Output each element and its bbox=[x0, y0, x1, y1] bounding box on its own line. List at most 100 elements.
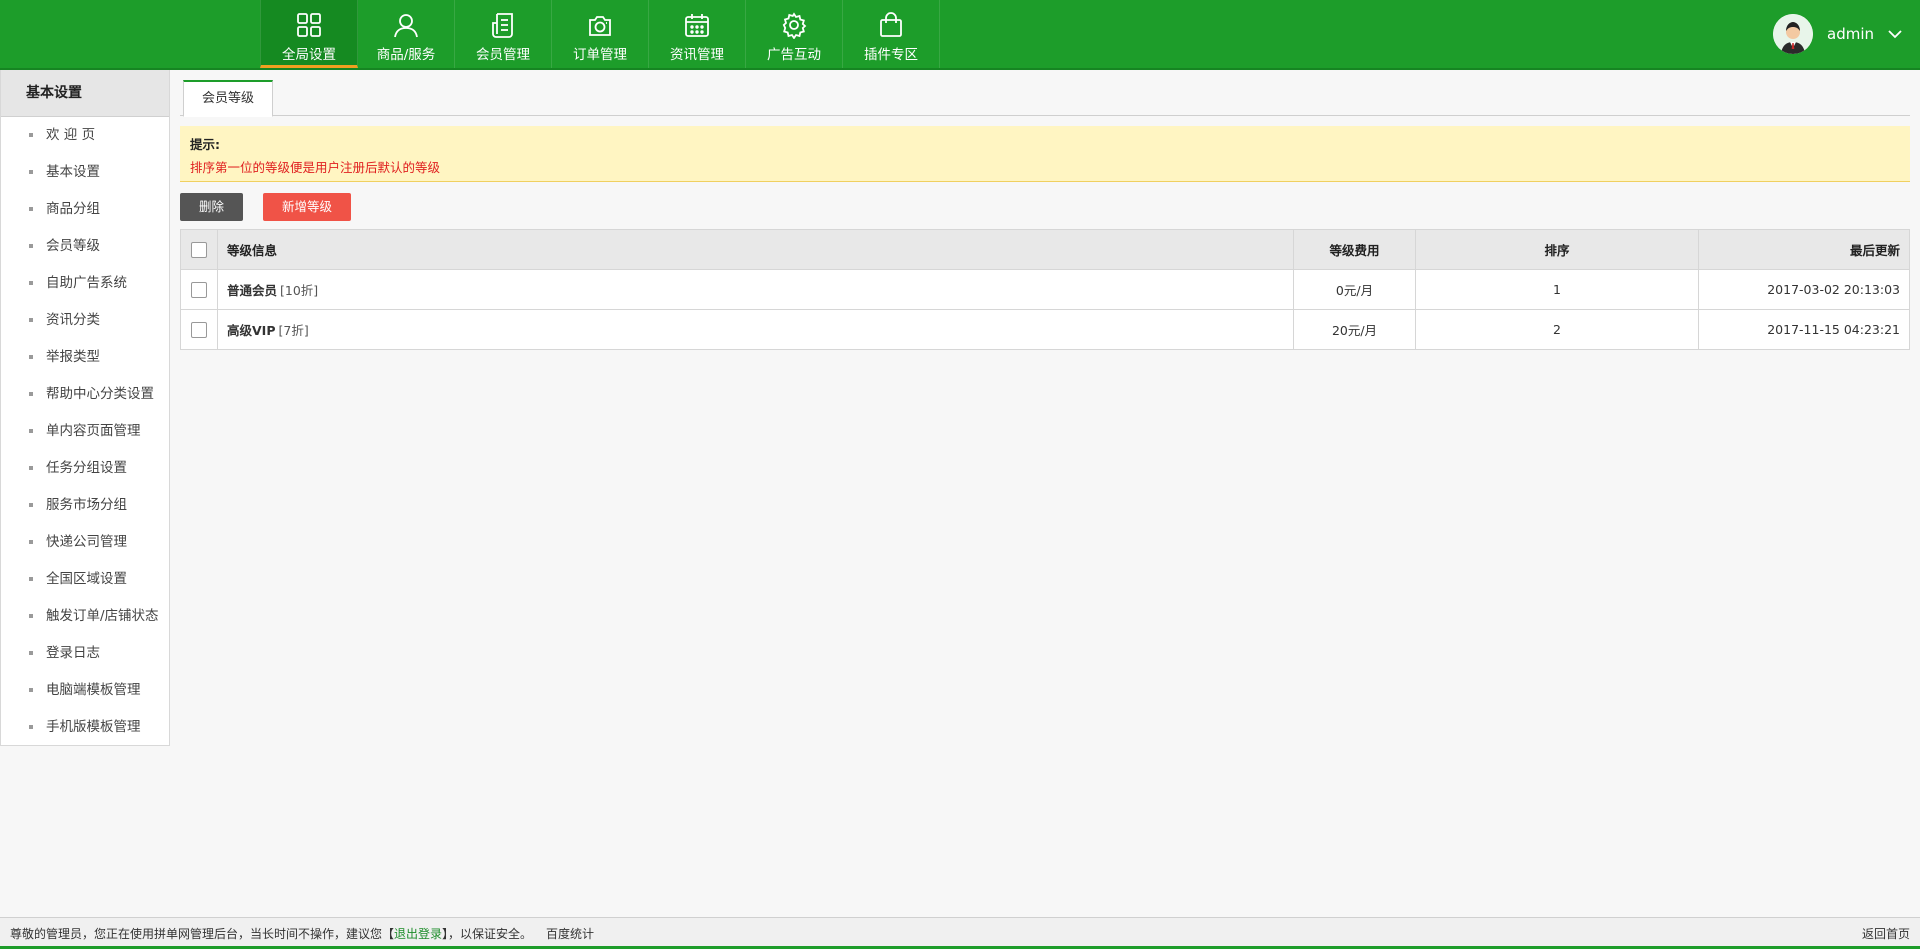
row-select-cell bbox=[180, 309, 218, 350]
table-header-row: 等级信息 等级费用 排序 最后更新 bbox=[180, 229, 1910, 270]
sidebar-item-label: 单内容页面管理 bbox=[46, 423, 141, 439]
sidebar-item-label: 手机版模板管理 bbox=[46, 719, 141, 735]
sidebar-item-label: 快递公司管理 bbox=[46, 534, 127, 550]
sidebar-item-label: 会员等级 bbox=[46, 238, 100, 254]
nav-item-global-settings[interactable]: 全局设置 bbox=[260, 0, 358, 68]
delete-button[interactable]: 删除 bbox=[180, 193, 244, 221]
sidebar-item-region-settings[interactable]: 全国区域设置 bbox=[1, 561, 169, 598]
level-updated: 2017-03-02 20:13:03 bbox=[1698, 269, 1910, 310]
sidebar-item-member-levels[interactable]: 会员等级 bbox=[1, 228, 169, 265]
sidebar-item-label: 举报类型 bbox=[46, 349, 100, 365]
level-fee: 20元/月 bbox=[1293, 309, 1416, 350]
level-fee: 0元/月 bbox=[1293, 269, 1416, 310]
bullet-icon bbox=[29, 503, 33, 507]
sidebar-item-label: 登录日志 bbox=[46, 645, 100, 661]
sidebar-item-label: 基本设置 bbox=[46, 164, 100, 180]
nav-item-news-management[interactable]: 资讯管理 bbox=[649, 0, 746, 68]
nav-item-label: 订单管理 bbox=[573, 47, 627, 63]
sidebar-item-basic-settings[interactable]: 基本设置 bbox=[1, 154, 169, 191]
bullet-icon bbox=[29, 170, 33, 174]
bullet-icon bbox=[29, 207, 33, 211]
sidebar-item-help-center-categories[interactable]: 帮助中心分类设置 bbox=[1, 376, 169, 413]
sidebar-item-product-groups[interactable]: 商品分组 bbox=[1, 191, 169, 228]
sidebar-item-label: 任务分组设置 bbox=[46, 460, 127, 476]
nav-item-plugin-zone[interactable]: 插件专区 bbox=[843, 0, 940, 68]
tab-member-levels[interactable]: 会员等级 bbox=[183, 80, 274, 117]
tip-title: 提示: bbox=[190, 137, 220, 152]
row-checkbox[interactable] bbox=[191, 281, 207, 298]
user-name: admin bbox=[1827, 25, 1874, 43]
sidebar-item-task-groups[interactable]: 任务分组设置 bbox=[1, 450, 169, 487]
logout-link[interactable]: 退出登录 bbox=[394, 927, 442, 941]
avatar-person-icon bbox=[1773, 14, 1813, 54]
nav-item-label: 资讯管理 bbox=[670, 47, 724, 63]
nav-item-member-management[interactable]: 会员管理 bbox=[455, 0, 552, 68]
footer-notice-after: 】，以保证安全。 bbox=[442, 927, 533, 941]
sidebar-item-label: 电脑端模板管理 bbox=[46, 682, 141, 698]
tip-box: 提示: 排序第一位的等级便是用户注册后默认的等级 bbox=[180, 126, 1910, 182]
nav-item-goods-services[interactable]: 商品/服务 bbox=[358, 0, 455, 68]
sidebar-item-label: 资讯分类 bbox=[46, 312, 100, 328]
level-discount: [7折] bbox=[278, 323, 309, 338]
sidebar-item-report-types[interactable]: 举报类型 bbox=[1, 339, 169, 376]
footer: 尊敬的管理员，您正在使用拼单网管理后台，当长时间不操作，建议您【退出登录】，以保… bbox=[0, 917, 1920, 949]
bullet-icon bbox=[29, 614, 33, 618]
bullet-icon bbox=[29, 688, 33, 692]
sidebar-item-mobile-templates[interactable]: 手机版模板管理 bbox=[1, 709, 169, 746]
calendar-icon bbox=[685, 14, 709, 37]
document-icon bbox=[492, 13, 513, 38]
sidebar-item-news-categories[interactable]: 资讯分类 bbox=[1, 302, 169, 339]
sidebar-title: 基本设置 bbox=[1, 70, 169, 117]
chevron-down-icon bbox=[1888, 30, 1902, 39]
column-header-updated: 最后更新 bbox=[1698, 229, 1910, 270]
row-checkbox[interactable] bbox=[191, 321, 207, 338]
nav-item-label: 商品/服务 bbox=[376, 47, 436, 63]
sidebar-item-courier-management[interactable]: 快递公司管理 bbox=[1, 524, 169, 561]
level-updated: 2017-11-15 04:23:21 bbox=[1698, 309, 1910, 350]
sidebar-item-pc-templates[interactable]: 电脑端模板管理 bbox=[1, 672, 169, 709]
bullet-icon bbox=[29, 540, 33, 544]
camera-icon bbox=[589, 16, 611, 36]
column-header-fee: 等级费用 bbox=[1293, 229, 1416, 270]
back-to-home-link[interactable]: 返回首页 bbox=[1862, 925, 1910, 942]
member-level-table: 等级信息 等级费用 排序 最后更新 普通会员 [10折] 0元/月 1 2017-… bbox=[180, 229, 1910, 350]
sidebar: 基本设置 欢 迎 页 基本设置 商品分组 会员等级 自助广告系统 资讯分类 举报… bbox=[0, 70, 170, 746]
level-discount: [10折] bbox=[280, 283, 319, 298]
sidebar-item-single-page-management[interactable]: 单内容页面管理 bbox=[1, 413, 169, 450]
sidebar-item-label: 帮助中心分类设置 bbox=[46, 386, 154, 402]
nav-item-ad-interaction[interactable]: 广告互动 bbox=[746, 0, 843, 68]
sidebar-item-label: 自助广告系统 bbox=[46, 275, 127, 291]
level-name: 高级VIP bbox=[227, 323, 276, 338]
table-row: 普通会员 [10折] 0元/月 1 2017-03-02 20:13:03 bbox=[180, 269, 1910, 310]
avatar bbox=[1773, 14, 1813, 54]
bullet-icon bbox=[29, 392, 33, 396]
table-row: 高级VIP [7折] 20元/月 2 2017-11-15 04:23:21 bbox=[180, 309, 1910, 350]
sidebar-item-login-log[interactable]: 登录日志 bbox=[1, 635, 169, 672]
column-header-info: 等级信息 bbox=[217, 229, 1294, 270]
level-name: 普通会员 bbox=[227, 283, 278, 298]
main-nav: 全局设置 商品/服务 会员管理 订单管理 资讯管理 广告互动 插件专区 bbox=[260, 0, 940, 68]
sidebar-item-service-market-groups[interactable]: 服务市场分组 bbox=[1, 487, 169, 524]
nav-item-label: 插件专区 bbox=[864, 47, 918, 63]
sidebar-item-trigger-order-status[interactable]: 触发订单/店铺状态 bbox=[1, 598, 169, 635]
select-all-checkbox[interactable] bbox=[191, 241, 207, 258]
bullet-icon bbox=[29, 318, 33, 322]
add-level-button[interactable]: 新增等级 bbox=[263, 193, 352, 221]
user-menu[interactable]: admin bbox=[1773, 14, 1902, 54]
nav-item-label: 广告互动 bbox=[767, 47, 821, 63]
sidebar-item-self-service-ads[interactable]: 自助广告系统 bbox=[1, 265, 169, 302]
sidebar-item-welcome[interactable]: 欢 迎 页 bbox=[1, 117, 169, 154]
nav-item-order-management[interactable]: 订单管理 bbox=[552, 0, 649, 68]
level-info-cell: 普通会员 [10折] bbox=[217, 269, 1294, 310]
row-select-cell bbox=[180, 269, 218, 310]
user-icon bbox=[394, 14, 418, 38]
baidu-stats-link[interactable]: 百度统计 bbox=[546, 927, 594, 941]
bullet-icon bbox=[29, 244, 33, 248]
level-sort: 2 bbox=[1415, 309, 1699, 350]
bullet-icon bbox=[29, 133, 33, 137]
select-all-cell bbox=[180, 229, 218, 270]
tab-bar: 会员等级 bbox=[180, 80, 1910, 117]
tip-text: 排序第一位的等级便是用户注册后默认的等级 bbox=[190, 160, 441, 175]
top-navbar: 全局设置 商品/服务 会员管理 订单管理 资讯管理 广告互动 插件专区 admi… bbox=[0, 0, 1920, 70]
sidebar-item-label: 触发订单/店铺状态 bbox=[46, 608, 159, 624]
